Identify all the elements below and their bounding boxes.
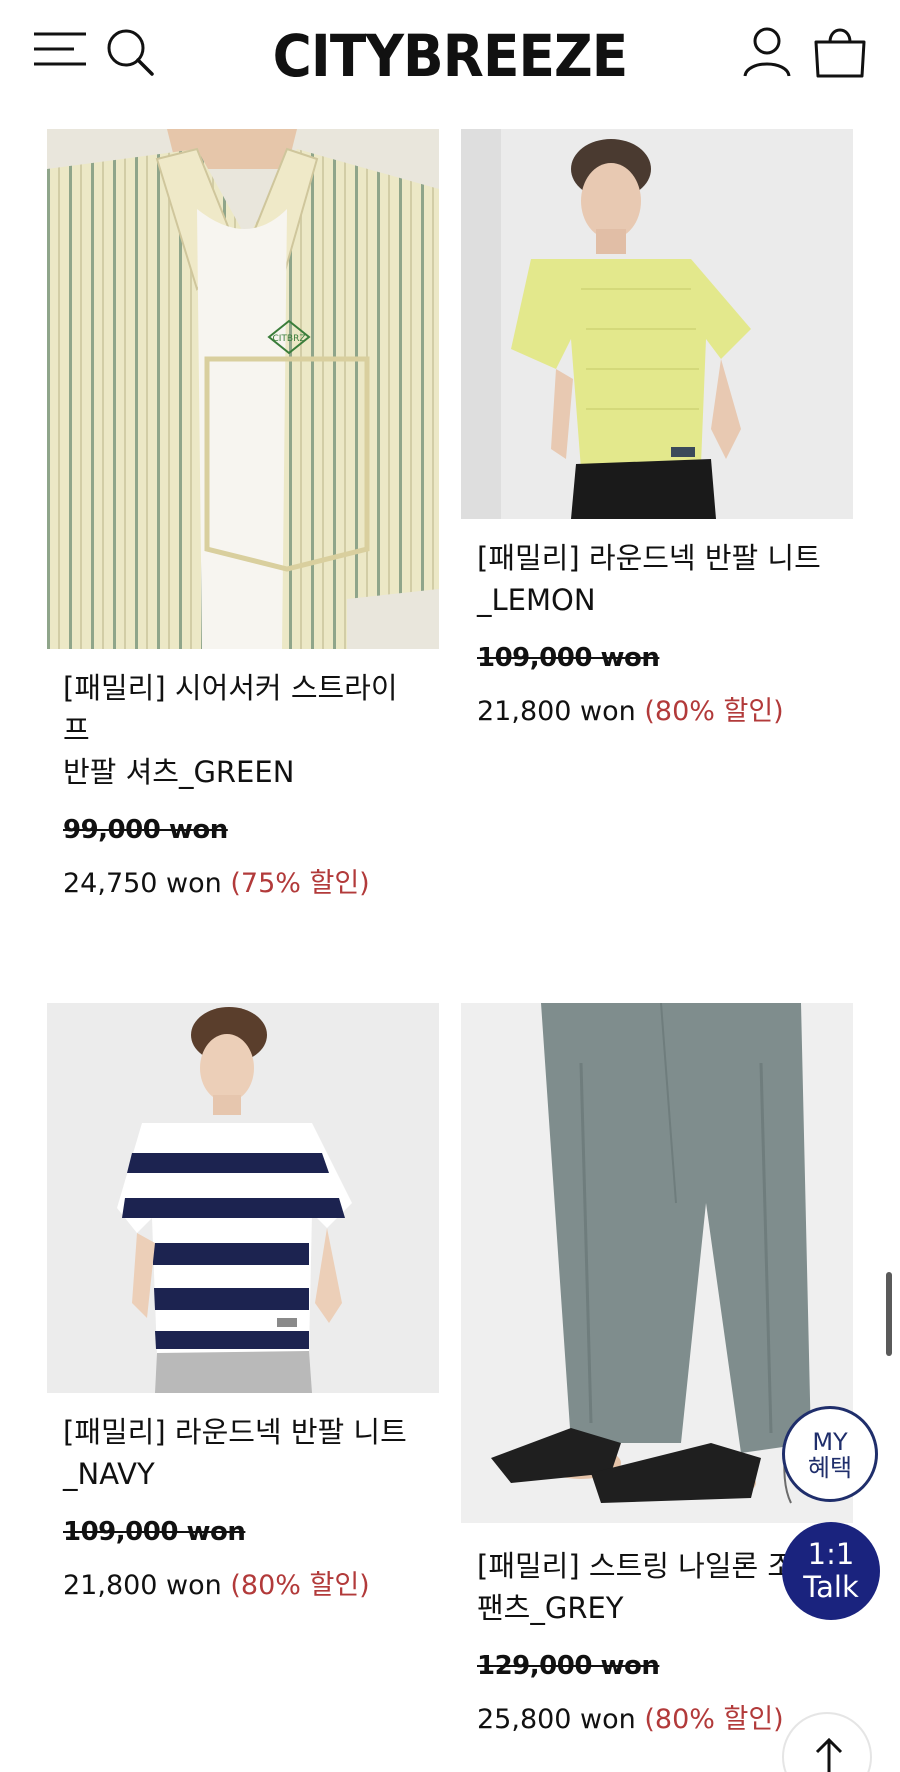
original-price: 109,000 won: [63, 1517, 246, 1547]
product-card[interactable]: [패밀리] 라운드넥 반팔 니트 _LEMON 109,000 won 21,8…: [461, 129, 853, 728]
product-name-line2[interactable]: 반팔 셔츠_GREEN: [63, 751, 423, 793]
lemon-knit-illustration: [461, 129, 853, 519]
search-icon[interactable]: [104, 26, 156, 78]
product-name-line1[interactable]: [패밀리] 라운드넥 반팔 니트: [477, 537, 837, 579]
original-price: 129,000 won: [477, 1651, 660, 1681]
product-name[interactable]: [패밀리] 라운드넥 반팔 니트 _LEMON: [477, 537, 837, 621]
my-benefits-button[interactable]: MY 혜택: [782, 1406, 878, 1502]
discount-rate: (80% 할인): [644, 696, 784, 727]
product-name-line1[interactable]: [패밀리] 시어서커 스트라이프: [63, 667, 423, 751]
navy-stripe-knit-illustration: [47, 1003, 439, 1393]
product-image[interactable]: CITBRZ: [47, 129, 439, 649]
product-image[interactable]: [461, 129, 853, 519]
sale-price: 21,800 won: [63, 1570, 222, 1601]
talk-chat-button[interactable]: 1:1 Talk: [782, 1522, 880, 1620]
product-image[interactable]: [47, 1003, 439, 1393]
product-name-line1[interactable]: [패밀리] 라운드넥 반팔 니트: [63, 1411, 423, 1453]
site-header: CITYBREEZE: [0, 0, 900, 112]
discount-rate: (75% 할인): [230, 868, 370, 899]
product-card[interactable]: [패밀리] 라운드넥 반팔 니트 _NAVY 109,000 won 21,80…: [47, 1003, 439, 1602]
product-name[interactable]: [패밀리] 시어서커 스트라이프 반팔 셔츠_GREEN: [63, 667, 423, 793]
scrollbar-thumb[interactable]: [886, 1272, 892, 1356]
sale-price-row: 21,800 won (80% 할인): [477, 689, 837, 728]
product-card[interactable]: CITBRZ [패밀리] 시어서커 스트라이프 반팔 셔츠_GREEN 99,0…: [47, 129, 439, 900]
discount-rate: (80% 할인): [230, 1570, 370, 1601]
sale-price: 21,800 won: [477, 696, 636, 727]
sale-price-row: 21,800 won (80% 할인): [63, 1563, 423, 1602]
sale-price: 25,800 won: [477, 1704, 636, 1735]
sale-price-row: 24,750 won (75% 할인): [63, 861, 423, 900]
product-name[interactable]: [패밀리] 라운드넥 반팔 니트 _NAVY: [63, 1411, 423, 1495]
discount-rate: (80% 할인): [644, 1704, 784, 1735]
brand-logo[interactable]: CITYBREEZE: [266, 22, 634, 90]
striped-shirt-illustration: CITBRZ: [47, 129, 439, 649]
my-benefits-label-line2: 혜택: [807, 1454, 853, 1482]
original-price: 99,000 won: [63, 815, 228, 845]
my-benefits-label-line1: MY: [812, 1428, 848, 1456]
product-name-line2[interactable]: _LEMON: [477, 579, 837, 621]
shirt-logo-text: CITBRZ: [272, 334, 305, 344]
menu-icon[interactable]: [34, 30, 86, 70]
talk-label-line2: Talk: [803, 1570, 859, 1604]
sale-price-row: 25,800 won (80% 할인): [477, 1697, 837, 1736]
sale-price: 24,750 won: [63, 868, 222, 899]
arrow-up-icon: [815, 1737, 843, 1772]
product-card[interactable]: [패밀리] 스트링 나일론 조 팬츠_GREY 129,000 won 25,8…: [461, 1003, 853, 1736]
product-name-line2[interactable]: _NAVY: [63, 1453, 423, 1495]
user-icon[interactable]: [742, 26, 792, 78]
shopping-bag-icon[interactable]: [812, 22, 868, 80]
original-price: 109,000 won: [477, 643, 660, 673]
talk-label-line1: 1:1: [807, 1537, 855, 1571]
